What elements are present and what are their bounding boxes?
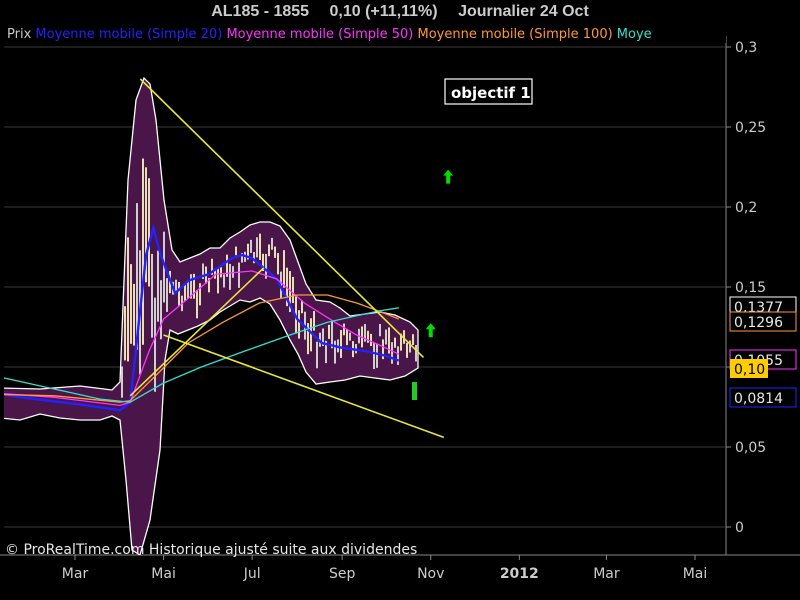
svg-text:0,0814: 0,0814	[734, 391, 783, 407]
x-tick-label: 2012	[500, 566, 539, 582]
x-tick-label: Sep	[329, 566, 356, 582]
annotation-objectif: objectif 1	[444, 78, 533, 105]
copyright-text: © ProRealTime.com Historique ajusté suit…	[5, 542, 417, 558]
x-tick-label: Mai	[683, 566, 708, 582]
x-tick-label: Mar	[62, 566, 89, 582]
up-arrow-icon	[443, 169, 454, 184]
legend-item: Moyenne mobile (Simple 100)	[413, 27, 612, 42]
legend-item: Moyenne mobile (Simple 20)	[31, 27, 222, 42]
legend-item: Moyenne mobile (Simple 50)	[222, 27, 413, 42]
y-tick-label: 0	[735, 520, 744, 536]
legend-item: Prix	[7, 27, 32, 42]
svg-text:0,1296: 0,1296	[734, 315, 783, 331]
x-tick-label: Mar	[593, 566, 620, 582]
y-tick-label: 0,2	[735, 200, 757, 216]
x-tick-label: Mai	[151, 566, 176, 582]
chart-window: AL185 - 1855 0,10 (+11,11%) Journalier 2…	[0, 0, 800, 600]
svg-text:objectif 1: objectif 1	[451, 84, 531, 102]
x-tick-label: Jul	[243, 566, 261, 582]
plot-area	[4, 76, 482, 555]
price-label: 0,1296	[729, 311, 797, 332]
legend: Prix Moyenne mobile (Simple 20) Moyenne …	[3, 23, 726, 43]
last-price-bar	[412, 382, 417, 400]
legend-item: Moye	[613, 27, 652, 42]
price-chart: 0,30,250,20,150,10,050MarMaiJulSepNov201…	[0, 23, 800, 582]
y-tick-label: 0,3	[735, 40, 757, 56]
x-tick-label: Nov	[417, 566, 444, 582]
price-label: 0,0814	[729, 387, 797, 408]
up-arrow-icon	[425, 323, 436, 338]
y-tick-label: 0,25	[735, 120, 766, 136]
legend-text: Prix Moyenne mobile (Simple 20) Moyenne …	[7, 27, 652, 42]
price-label: 0,10	[730, 359, 768, 378]
y-tick-label: 0,15	[735, 280, 766, 296]
svg-text:0,10: 0,10	[734, 362, 765, 378]
y-tick-label: 0,05	[735, 440, 766, 456]
